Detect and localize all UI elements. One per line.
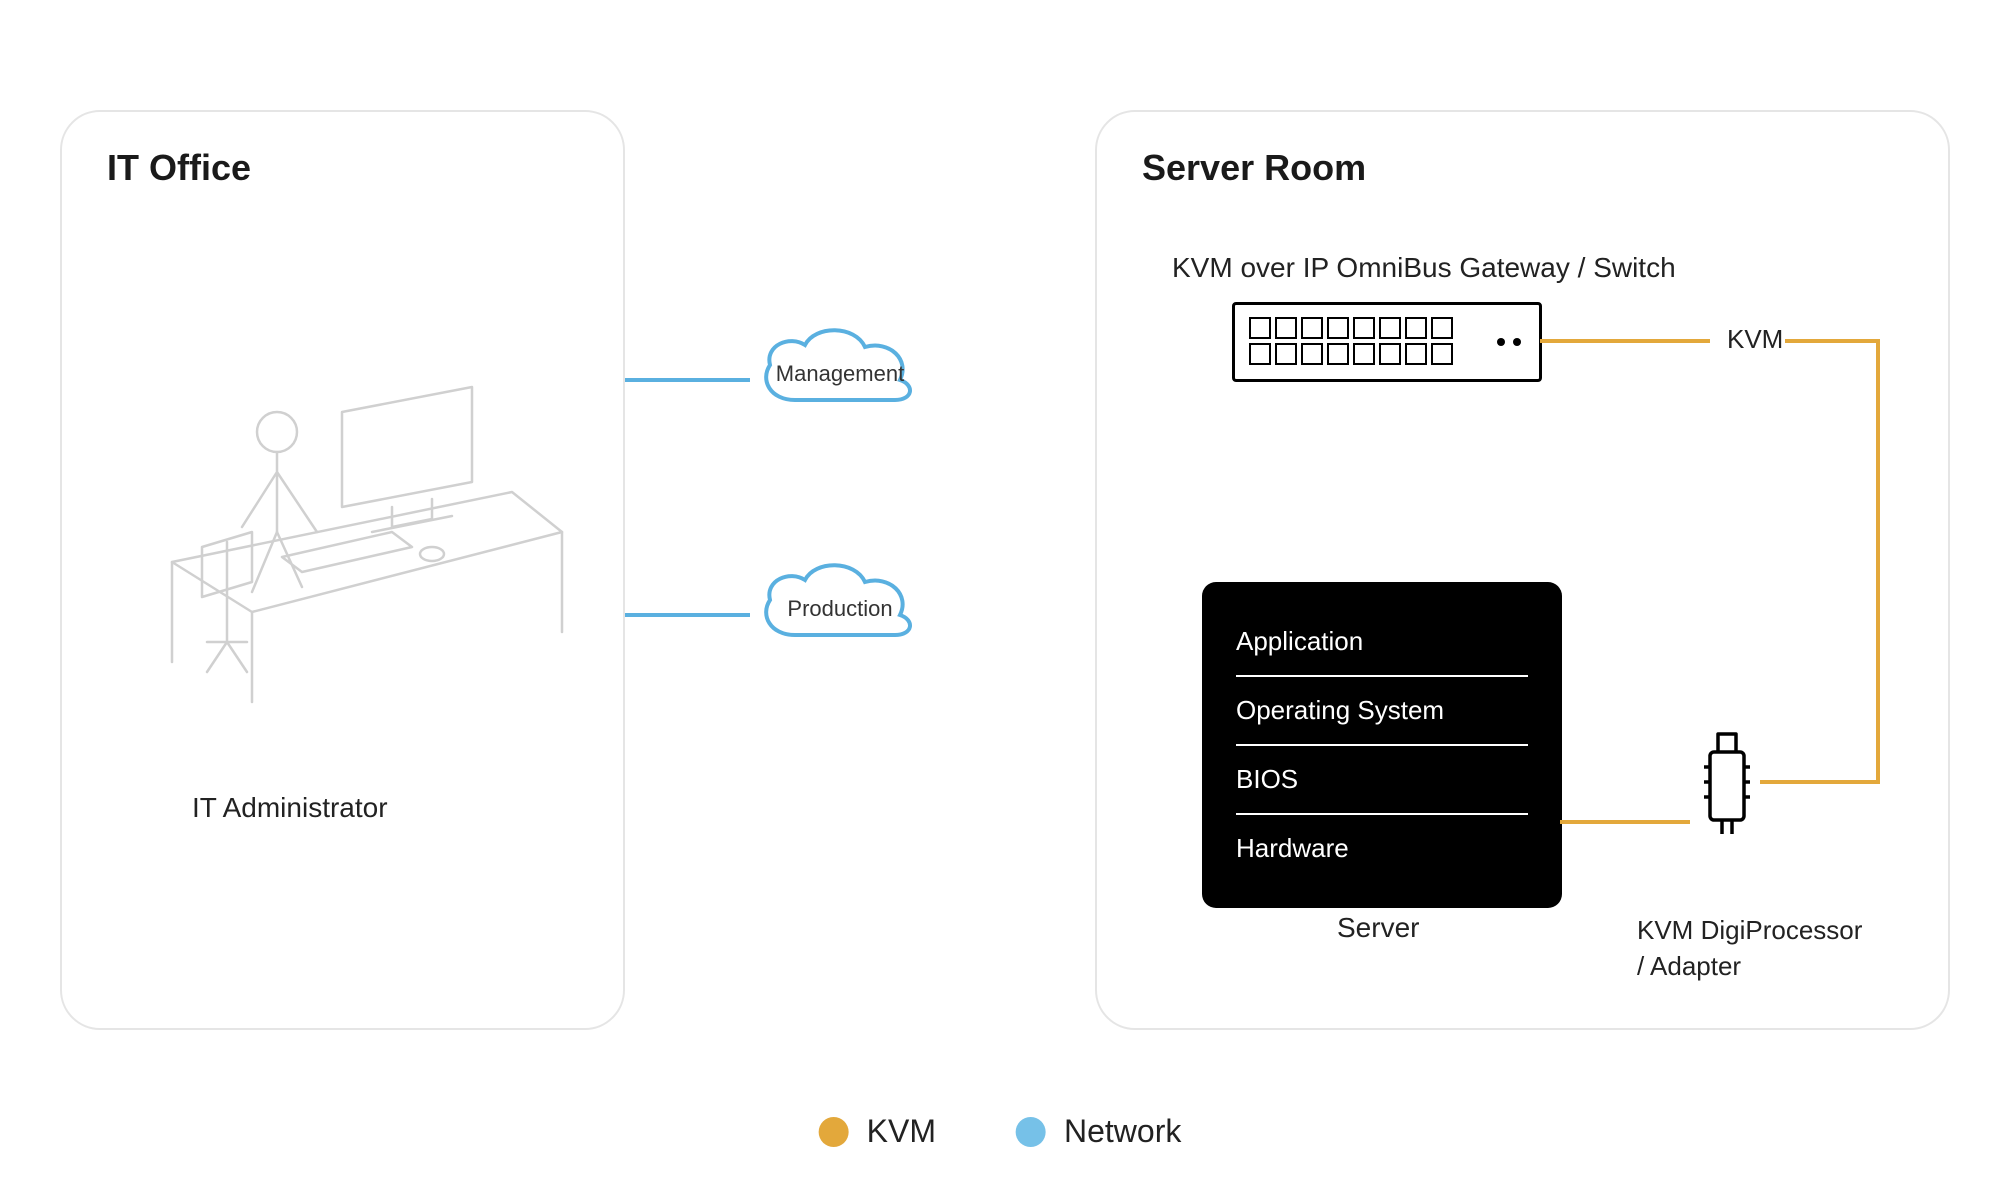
adapter-label: KVM DigiProcessor / Adapter [1637,912,1862,985]
switch-ports [1249,317,1453,365]
switch-leds [1497,338,1521,346]
kvm-line-switch-to-label [1540,339,1710,343]
it-admin-label: IT Administrator [192,792,388,824]
production-cloud-icon: Production [745,550,935,660]
kvm-connection-label: KVM [1727,324,1783,355]
production-line [625,613,750,617]
server-label: Server [1337,912,1419,944]
server-layer-bios: BIOS [1236,746,1528,815]
workstation-icon [132,332,572,712]
legend: KVM Network [819,1113,1182,1150]
legend-network-dot [1016,1117,1046,1147]
kvm-line-server-adapter [1560,820,1690,824]
legend-kvm: KVM [819,1113,936,1150]
kvm-line-after-label [1785,339,1880,343]
legend-kvm-label: KVM [867,1113,936,1150]
switch-title: KVM over IP OmniBus Gateway / Switch [1172,252,1676,284]
it-admin-svg [132,332,572,712]
legend-kvm-dot [819,1117,849,1147]
legend-network: Network [1016,1113,1181,1150]
it-office-panel: IT Office [60,110,625,1030]
management-cloud-icon: Management [745,315,935,425]
production-cloud-label: Production [787,596,892,622]
server-layer-hardware: Hardware [1236,815,1528,882]
server-room-panel: Server Room KVM over IP OmniBus Gateway … [1095,110,1950,1030]
kvm-line-vertical [1876,339,1880,784]
it-office-title: IT Office [107,147,251,189]
switch-device-icon [1232,302,1542,382]
management-line [625,378,750,382]
server-layer-os: Operating System [1236,677,1528,746]
legend-network-label: Network [1064,1113,1181,1150]
adapter-label-line1: KVM DigiProcessor [1637,915,1862,945]
adapter-icon [1692,722,1762,842]
management-cloud-label: Management [776,361,904,387]
kvm-line-to-adapter [1760,780,1880,784]
adapter-label-line2: / Adapter [1637,951,1741,981]
server-layer-application: Application [1236,608,1528,677]
server-room-title: Server Room [1142,147,1366,189]
server-stack: Application Operating System BIOS Hardwa… [1202,582,1562,908]
